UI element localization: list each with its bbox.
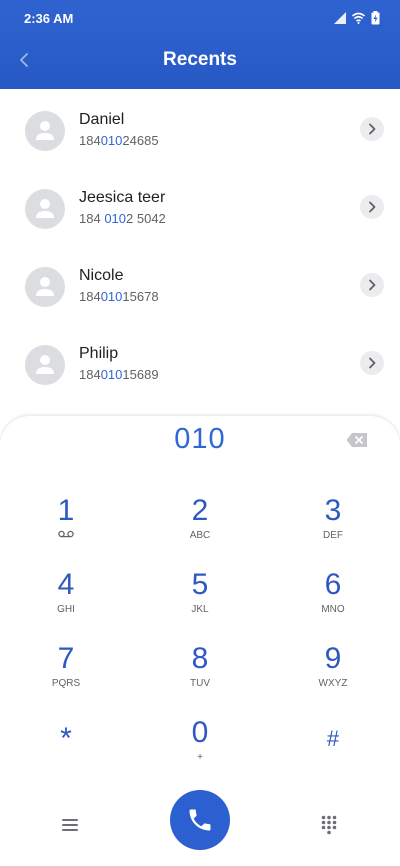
key-letters: [6, 758, 126, 770]
avatar: [25, 345, 65, 385]
chevron-right-icon: [369, 201, 376, 213]
hamburger-menu-icon: [62, 819, 78, 831]
menu-button[interactable]: [55, 810, 85, 840]
backspace-icon: [346, 433, 367, 447]
key-9[interactable]: 9 WXYZ: [273, 642, 393, 712]
dialpad-icon: [321, 815, 337, 835]
key-digit: 4: [57, 568, 75, 601]
chevron-right-icon: [369, 357, 376, 369]
details-button[interactable]: [360, 273, 384, 297]
key-5[interactable]: 5 JKL: [140, 568, 260, 638]
list-item[interactable]: Daniel 18401024685: [0, 89, 400, 167]
key-letters: +: [197, 752, 203, 763]
contact-name: Jeesica teer: [79, 189, 166, 206]
key-letters: WXYZ: [318, 678, 348, 689]
key-7[interactable]: 7 PQRS: [6, 642, 126, 712]
status-icons: [334, 10, 380, 26]
wifi-icon: [352, 12, 365, 24]
key-6[interactable]: 6 MNO: [273, 568, 393, 638]
details-button[interactable]: [360, 351, 384, 375]
key-2[interactable]: 2 ABC: [140, 494, 260, 564]
person-icon: [36, 277, 54, 296]
contact-number: 184 0102 5042: [79, 211, 166, 226]
app-header: 2:36 AM Recents: [0, 0, 400, 89]
key-letters: TUV: [190, 678, 210, 689]
title-bar: Recents: [0, 40, 400, 82]
person-icon: [36, 121, 54, 140]
key-digit: 0: [191, 716, 209, 749]
key-letters: JKL: [191, 604, 209, 615]
dialpad-panel: 010 1 2 ABC 3 DEF 4 GHI 5 JKL 6 MNO 7 PQ…: [0, 416, 400, 866]
dialed-number-display[interactable]: 010: [0, 423, 400, 456]
details-button[interactable]: [360, 195, 384, 219]
list-item[interactable]: Nicole 18401015678: [0, 245, 400, 323]
key-hash[interactable]: #: [273, 722, 393, 792]
dialer-actions: [0, 790, 400, 860]
battery-icon: [371, 11, 380, 25]
key-letters: ABC: [189, 530, 211, 541]
key-digit: 1: [57, 494, 75, 527]
contact-number: 18401015689: [79, 367, 159, 382]
avatar: [25, 189, 65, 229]
key-digit: 3: [324, 494, 342, 527]
key-letters: [6, 530, 126, 542]
key-3[interactable]: 3 DEF: [273, 494, 393, 564]
voicemail-icon: [58, 530, 74, 538]
list-item[interactable]: Jeesica teer 184 0102 5042: [0, 167, 400, 245]
key-0[interactable]: 0 +: [140, 716, 260, 786]
contact-name: Daniel: [79, 111, 125, 128]
key-1[interactable]: 1: [6, 494, 126, 564]
contact-number: 18401024685: [79, 133, 159, 148]
key-digit: 2: [191, 494, 209, 527]
phone-icon: [189, 809, 211, 831]
avatar: [25, 267, 65, 307]
list-item[interactable]: Philip 18401015689: [0, 323, 400, 401]
status-time: 2:36 AM: [24, 11, 74, 26]
chevron-right-icon: [369, 279, 376, 291]
key-star[interactable]: *: [6, 722, 126, 792]
person-icon: [36, 199, 54, 218]
details-button[interactable]: [360, 117, 384, 141]
contact-number: 18401015678: [79, 289, 159, 304]
key-digit: *: [60, 722, 72, 755]
chevron-right-icon: [369, 123, 376, 135]
avatar: [25, 111, 65, 151]
key-digit: 5: [191, 568, 209, 601]
key-letters: MNO: [321, 604, 345, 615]
dialpad-toggle-button[interactable]: [314, 810, 344, 840]
key-digit: #: [326, 726, 340, 751]
key-letters: [273, 758, 393, 770]
signal-icon: [334, 12, 346, 24]
contact-name: Philip: [79, 345, 119, 362]
key-letters: PQRS: [51, 678, 81, 689]
page-title: Recents: [163, 49, 237, 70]
contact-name: Nicole: [79, 267, 124, 284]
key-4[interactable]: 4 GHI: [6, 568, 126, 638]
backspace-button[interactable]: [346, 432, 368, 448]
key-digit: 6: [324, 568, 342, 601]
recents-list: Daniel 18401024685 Jeesica teer 184 0102…: [0, 89, 400, 401]
key-8[interactable]: 8 TUV: [140, 642, 260, 712]
key-letters: DEF: [323, 530, 343, 541]
status-bar: 2:36 AM: [0, 0, 400, 36]
call-button[interactable]: [170, 790, 230, 850]
key-digit: 7: [57, 642, 75, 675]
key-letters: GHI: [57, 604, 75, 615]
key-digit: 8: [191, 642, 209, 675]
person-icon: [36, 355, 54, 374]
key-digit: 9: [324, 642, 342, 675]
